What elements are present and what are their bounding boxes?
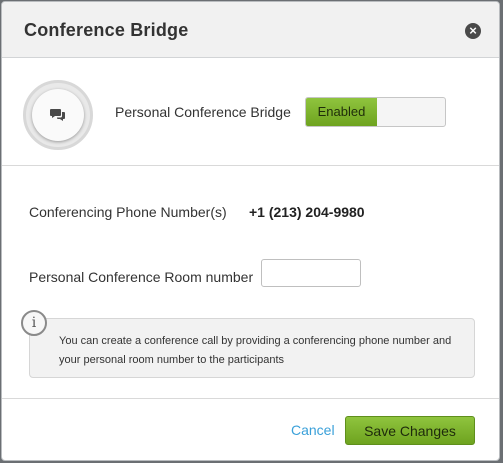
bridge-avatar <box>23 80 93 150</box>
info-icon: i <box>21 310 47 336</box>
settings-section: Conferencing Phone Number(s) +1 (213) 20… <box>2 166 499 398</box>
dialog-title: Conference Bridge <box>24 20 189 40</box>
room-number-label: Personal Conference Room number <box>29 269 254 285</box>
save-changes-button[interactable]: Save Changes <box>345 416 475 445</box>
close-icon[interactable]: × <box>465 23 481 39</box>
room-number-input[interactable] <box>261 259 361 287</box>
toggle-enabled-label: Enabled <box>306 98 377 126</box>
bridge-section: Personal Conference Bridge Enabled <box>2 59 499 166</box>
chat-bubbles-icon <box>50 109 65 121</box>
conference-bridge-dialog: Conference Bridge × Personal Conference … <box>1 1 500 461</box>
phone-number-label: Conferencing Phone Number(s) <box>29 204 227 220</box>
dialog-header: Conference Bridge × <box>2 2 499 58</box>
info-text: You can create a conference call by prov… <box>59 335 452 366</box>
info-box: i You can create a conference call by pr… <box>21 310 475 378</box>
phone-number-value: +1 (213) 204-9980 <box>249 204 365 220</box>
bridge-label: Personal Conference Bridge <box>115 104 291 120</box>
bridge-enable-toggle[interactable]: Enabled <box>305 97 446 127</box>
cancel-button[interactable]: Cancel <box>291 422 335 438</box>
dialog-footer: Cancel Save Changes <box>2 398 499 460</box>
